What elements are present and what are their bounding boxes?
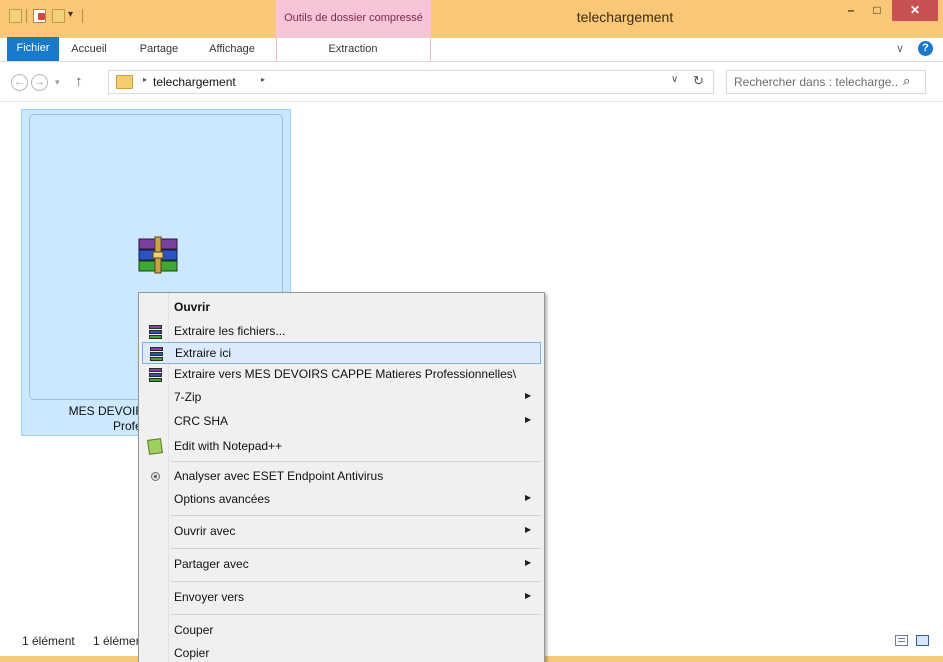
search-icon[interactable]: ⌕ xyxy=(903,73,910,89)
submenu-arrow-icon: ▶ xyxy=(525,391,532,400)
context-menu: Ouvrir Extraire les fichiers... Extraire… xyxy=(138,292,545,662)
contextual-group-title: Outils de dossier compressé xyxy=(284,12,423,24)
menu-item-partager-avec[interactable]: Partager avec ▶ xyxy=(142,554,541,576)
divider xyxy=(82,9,83,23)
menu-item-label: Extraire vers MES DEVOIRS CAPPE Matieres… xyxy=(174,367,517,381)
menu-separator xyxy=(171,581,541,582)
new-folder-icon[interactable] xyxy=(52,9,65,23)
breadcrumb-arrow-icon[interactable]: ▸ xyxy=(261,75,265,84)
menu-item-eset[interactable]: Analyser avec ESET Endpoint Antivirus xyxy=(142,466,541,488)
winrar-icon xyxy=(149,325,162,339)
title-bar: ▾ Outils de dossier compressé telecharge… xyxy=(0,0,943,38)
tab-fichier[interactable]: Fichier xyxy=(7,37,59,61)
back-button[interactable]: ← xyxy=(11,74,28,91)
forward-button[interactable]: → xyxy=(31,74,48,91)
help-icon[interactable]: ? xyxy=(918,41,933,56)
menu-item-label: Ouvrir avec xyxy=(174,524,236,538)
menu-item-label: Couper xyxy=(174,623,214,637)
address-dropdown-icon[interactable]: ∨ xyxy=(671,74,678,85)
details-view-icon[interactable] xyxy=(895,635,908,646)
menu-item-label: 7-Zip xyxy=(174,390,202,404)
menu-item-label: Analyser avec ESET Endpoint Antivirus xyxy=(174,469,384,483)
menu-item-ouvrir-avec[interactable]: Ouvrir avec ▶ xyxy=(142,521,541,543)
menu-item-label: Envoyer vers xyxy=(174,590,245,604)
menu-item-ouvrir[interactable]: Ouvrir xyxy=(142,297,541,319)
chevron-down-icon[interactable]: ∨ xyxy=(896,42,904,55)
menu-item-label: Copier xyxy=(174,646,210,660)
divider xyxy=(26,9,27,23)
up-arrow-icon[interactable]: ↑ xyxy=(75,73,83,90)
properties-icon[interactable] xyxy=(33,9,46,23)
winrar-archive-icon xyxy=(138,236,178,274)
minimize-button[interactable]: – xyxy=(838,0,864,21)
winrar-icon xyxy=(150,347,163,361)
tab-accueil[interactable]: Accueil xyxy=(64,38,114,61)
maximize-button[interactable]: □ xyxy=(864,0,890,21)
folder-icon xyxy=(116,75,133,89)
large-icons-view-icon[interactable] xyxy=(916,635,929,646)
ribbon-tabs: Fichier Accueil Partage Affichage Extrac… xyxy=(0,37,943,62)
menu-item-envoyer-vers[interactable]: Envoyer vers ▶ xyxy=(142,587,541,609)
close-button[interactable]: ✕ xyxy=(892,0,938,21)
menu-item-label: Extraire les fichiers... xyxy=(174,324,286,338)
menu-item-extraire-vers[interactable]: Extraire vers MES DEVOIRS CAPPE Matieres… xyxy=(142,364,541,386)
winrar-icon xyxy=(149,368,162,382)
menu-item-copier[interactable]: Copier xyxy=(142,643,541,662)
menu-item-label: Options avancées xyxy=(174,492,271,506)
tab-partage[interactable]: Partage xyxy=(130,38,188,61)
menu-item-label: Extraire ici xyxy=(175,346,232,360)
navigation-bar: ← → ▾ ↑ ▸ telechargement ▸ ∨ ↻ Recherche… xyxy=(0,62,943,102)
menu-separator xyxy=(171,515,541,516)
menu-item-label: Edit with Notepad++ xyxy=(174,439,283,453)
submenu-arrow-icon: ▶ xyxy=(525,493,532,502)
menu-item-crc-sha[interactable]: CRC SHA ▶ xyxy=(142,411,541,433)
submenu-arrow-icon: ▶ xyxy=(525,525,532,534)
contextual-tab-group: Outils de dossier compressé xyxy=(276,0,431,38)
menu-separator xyxy=(171,461,541,462)
address-bar[interactable]: ▸ telechargement ▸ ∨ ↻ xyxy=(108,70,714,94)
submenu-arrow-icon: ▶ xyxy=(525,415,532,424)
search-box[interactable]: Rechercher dans : telecharge... ⌕ xyxy=(726,70,926,94)
menu-item-7zip[interactable]: 7-Zip ▶ xyxy=(142,387,541,409)
menu-item-extraire-ici[interactable]: Extraire ici xyxy=(142,342,541,364)
menu-item-couper[interactable]: Couper xyxy=(142,620,541,642)
menu-item-label: Ouvrir xyxy=(174,300,211,314)
window-title: telechargement xyxy=(576,9,674,25)
menu-item-label: Partager avec xyxy=(174,557,249,571)
submenu-arrow-icon: ▶ xyxy=(525,558,532,567)
breadcrumb-telechargement[interactable]: telechargement xyxy=(153,75,236,89)
tab-extraction[interactable]: Extraction xyxy=(298,38,408,61)
menu-separator xyxy=(171,548,541,549)
menu-item-notepad[interactable]: Edit with Notepad++ xyxy=(142,436,541,458)
submenu-arrow-icon: ▶ xyxy=(525,591,532,600)
menu-item-extraire-fichiers[interactable]: Extraire les fichiers... xyxy=(142,321,541,343)
item-count: 1 élément xyxy=(22,634,75,648)
folder-icon[interactable] xyxy=(9,9,22,23)
menu-item-options-avancees[interactable]: Options avancées ▶ xyxy=(142,489,541,511)
eset-icon xyxy=(151,472,160,481)
recent-locations-icon[interactable]: ▾ xyxy=(55,77,60,88)
customize-toolbar-icon[interactable]: ▾ xyxy=(68,8,78,22)
breadcrumb-arrow-icon[interactable]: ▸ xyxy=(143,75,147,84)
refresh-icon[interactable]: ↻ xyxy=(693,73,704,89)
tab-affichage[interactable]: Affichage xyxy=(198,38,266,61)
search-input[interactable]: Rechercher dans : telecharge... xyxy=(734,75,899,89)
notepad-plus-plus-icon xyxy=(147,438,163,455)
menu-item-label: CRC SHA xyxy=(174,414,229,428)
menu-separator xyxy=(171,614,541,615)
